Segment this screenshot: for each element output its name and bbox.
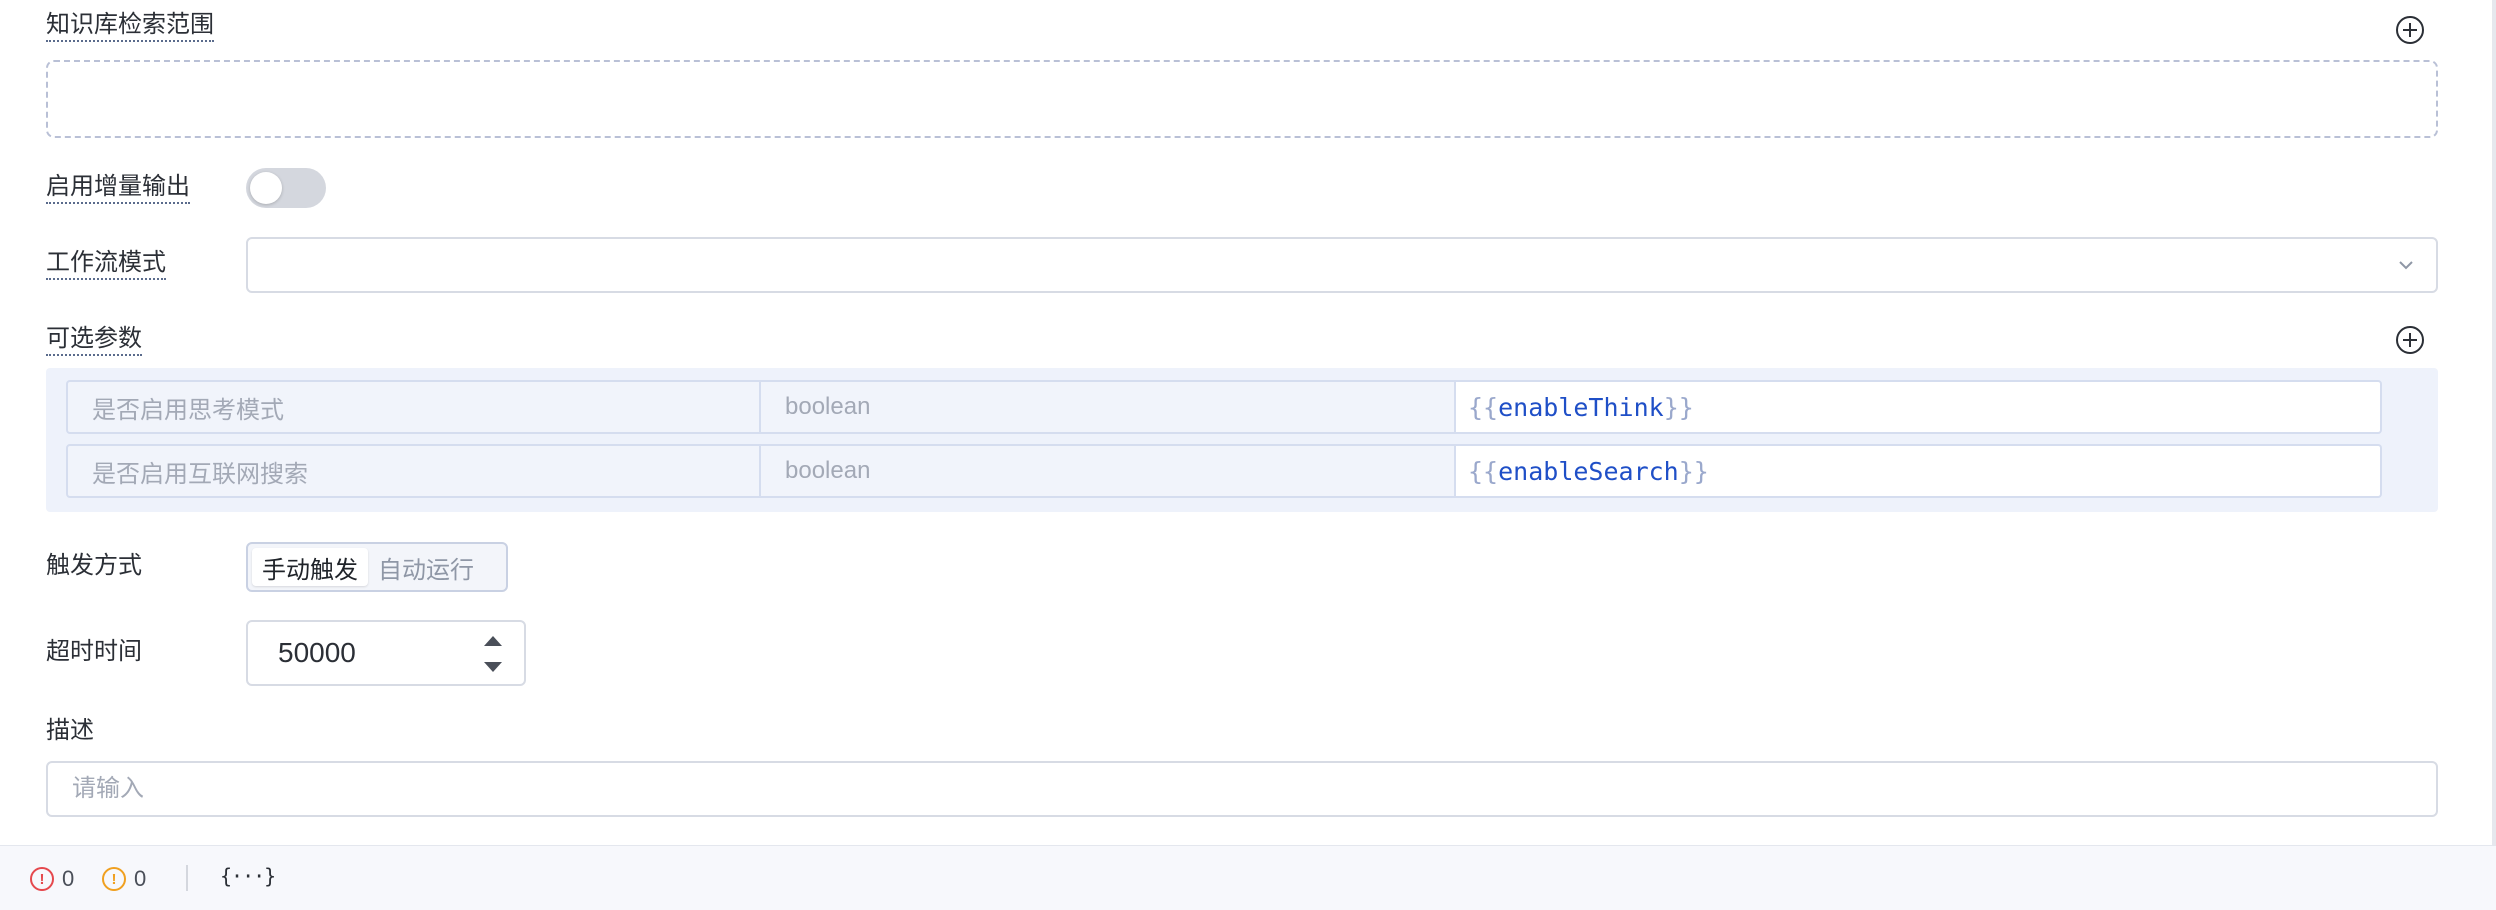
error-circle-icon: ! xyxy=(30,867,54,891)
incremental-output-label: 启用增量输出 xyxy=(46,172,190,204)
param-row: 是否启用互联网搜索 boolean {{enableSearch}} xyxy=(66,444,2382,498)
param-name-cell[interactable]: 是否启用互联网搜索 xyxy=(66,444,761,498)
error-count[interactable]: ! 0 xyxy=(30,866,74,892)
param-value-cell[interactable]: {{enableSearch}} xyxy=(1456,444,2382,498)
knowledge-base-label: 知识库检索范围 xyxy=(46,10,214,42)
brace-open: {{ xyxy=(1468,456,1499,486)
increment-arrow-icon[interactable] xyxy=(484,636,502,646)
brace-open: {{ xyxy=(1468,392,1499,422)
trigger-option-manual[interactable]: 手动触发 xyxy=(252,548,368,586)
toggle-knob xyxy=(250,172,282,204)
description-label: 描述 xyxy=(46,717,94,744)
scrollbar[interactable] xyxy=(2492,0,2496,845)
warning-circle-icon: ! xyxy=(102,867,126,891)
add-param-icon[interactable] xyxy=(2396,326,2424,354)
param-value-cell[interactable]: {{enableThink}} xyxy=(1456,380,2382,434)
trigger-option-auto[interactable]: 自动运行 xyxy=(368,548,484,586)
status-divider xyxy=(186,865,188,891)
brace-close: }} xyxy=(1678,456,1709,486)
timeout-label: 超时时间 xyxy=(46,638,142,665)
optional-params-label: 可选参数 xyxy=(46,324,142,356)
param-variable: enableSearch xyxy=(1498,456,1679,486)
param-type-cell[interactable]: boolean xyxy=(761,380,1456,434)
variables-braces-icon[interactable]: {···} xyxy=(220,864,276,888)
timeout-value: 50000 xyxy=(278,637,356,668)
node-config-panel: 知识库检索范围 启用增量输出 工作流模式 可选参数 是否启用思考模式 boole… xyxy=(0,0,2496,910)
timeout-input[interactable]: 50000 xyxy=(246,620,526,686)
knowledge-base-dropzone[interactable] xyxy=(46,60,2438,138)
param-row: 是否启用思考模式 boolean {{enableThink}} xyxy=(66,380,2382,434)
param-variable: enableThink xyxy=(1498,392,1664,422)
param-type-cell[interactable]: boolean xyxy=(761,444,1456,498)
description-input[interactable] xyxy=(46,761,2438,817)
params-table: 是否启用思考模式 boolean {{enableThink}} 是否启用互联网… xyxy=(46,368,2438,512)
warning-count[interactable]: ! 0 xyxy=(102,866,146,892)
chevron-down-icon xyxy=(2399,261,2413,270)
trigger-mode-label: 触发方式 xyxy=(46,552,142,579)
status-bar: ! 0 ! 0 {···} xyxy=(0,845,2496,910)
workflow-mode-label: 工作流模式 xyxy=(46,248,166,280)
param-name-cell[interactable]: 是否启用思考模式 xyxy=(66,380,761,434)
workflow-mode-select[interactable] xyxy=(246,237,2438,293)
incremental-output-toggle[interactable] xyxy=(246,168,326,208)
trigger-mode-segmented: 手动触发 自动运行 xyxy=(246,542,508,592)
error-count-value: 0 xyxy=(62,866,75,891)
add-knowledge-base-icon[interactable] xyxy=(2396,16,2424,44)
decrement-arrow-icon[interactable] xyxy=(484,662,502,672)
warning-count-value: 0 xyxy=(134,866,147,891)
brace-close: }} xyxy=(1663,392,1694,422)
